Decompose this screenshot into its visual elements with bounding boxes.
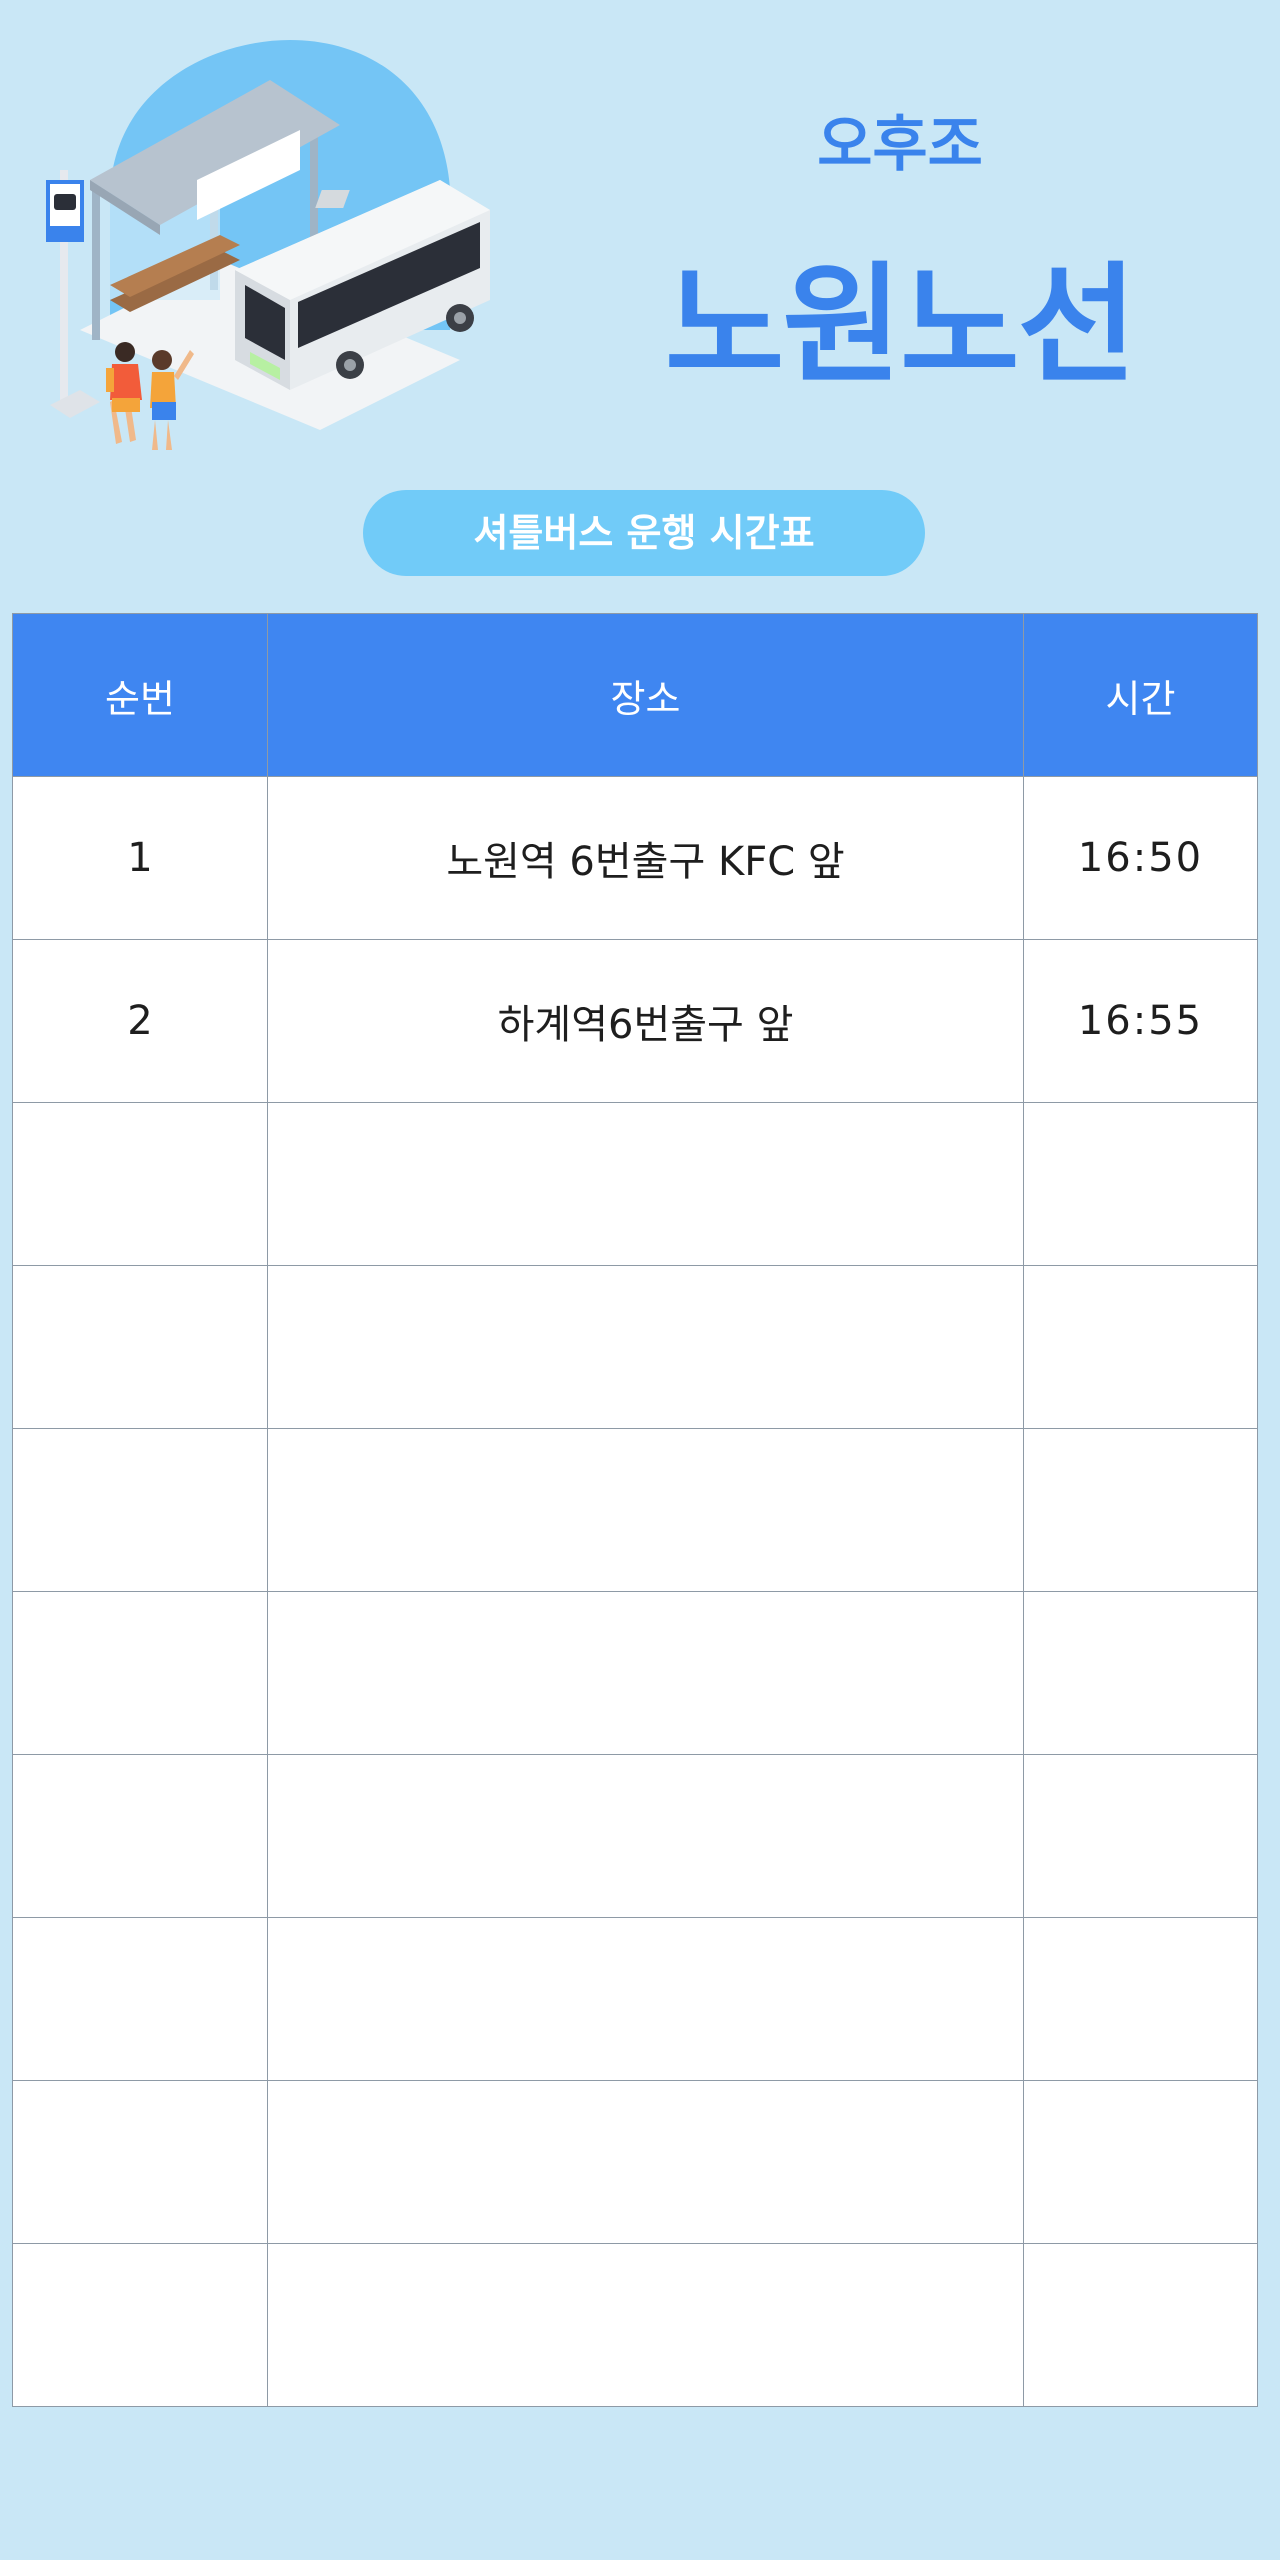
bus-stop-illustration xyxy=(46,40,490,450)
cell-time xyxy=(1023,1754,1258,1918)
column-header-number: 순번 xyxy=(12,613,268,777)
table-row: 1 노원역 6번출구 KFC 앞 16:50 xyxy=(12,776,1258,940)
cell-place xyxy=(267,1428,1024,1592)
cell-place: 노원역 6번출구 KFC 앞 xyxy=(267,776,1024,940)
cell-time xyxy=(1023,1265,1258,1429)
cell-time xyxy=(1023,1428,1258,1592)
cell-place xyxy=(267,1102,1024,1266)
page-title: 노원노선 xyxy=(664,249,1137,401)
bus-stop-sign-icon xyxy=(46,170,100,418)
table-row xyxy=(12,1102,1258,1266)
table-row: 2 하계역6번출구 앞 16:55 xyxy=(12,939,1258,1103)
cell-time xyxy=(1023,1102,1258,1266)
cell-place xyxy=(267,1591,1024,1755)
cell-number xyxy=(12,1428,268,1592)
cell-number xyxy=(12,1102,268,1266)
cell-place xyxy=(267,1917,1024,2081)
table-row xyxy=(12,1917,1258,2081)
schedule-table: 순번 장소 시간 1 노원역 6번출구 KFC 앞 16:50 2 하계역6번출… xyxy=(12,613,1258,2407)
table-row xyxy=(12,2080,1258,2244)
column-header-time: 시간 xyxy=(1023,613,1258,777)
table-row xyxy=(12,1265,1258,1429)
shift-label: 오후조 xyxy=(817,110,983,180)
cell-time: 16:55 xyxy=(1023,939,1258,1103)
table-row xyxy=(12,1754,1258,1918)
cell-number: 1 xyxy=(12,776,268,940)
cell-place xyxy=(267,1754,1024,1918)
cell-number: 2 xyxy=(12,939,268,1103)
cell-place: 하계역6번출구 앞 xyxy=(267,939,1024,1103)
cell-place xyxy=(267,2243,1024,2407)
cell-time: 16:50 xyxy=(1023,776,1258,940)
cell-time xyxy=(1023,2080,1258,2244)
cell-number xyxy=(12,2080,268,2244)
table-row xyxy=(12,1591,1258,1755)
cell-time xyxy=(1023,1917,1258,2081)
cell-number xyxy=(12,1917,268,2081)
cell-number xyxy=(12,1754,268,1918)
table-row xyxy=(12,2243,1258,2407)
schedule-badge: 셔틀버스 운행 시간표 xyxy=(363,490,925,576)
table-row xyxy=(12,1428,1258,1592)
cell-time xyxy=(1023,2243,1258,2407)
column-header-place: 장소 xyxy=(267,613,1024,777)
cell-place xyxy=(267,2080,1024,2244)
cell-time xyxy=(1023,1591,1258,1755)
table-header-row: 순번 장소 시간 xyxy=(12,613,1258,777)
cell-place xyxy=(267,1265,1024,1429)
cell-number xyxy=(12,1591,268,1755)
cell-number xyxy=(12,2243,268,2407)
cell-number xyxy=(12,1265,268,1429)
